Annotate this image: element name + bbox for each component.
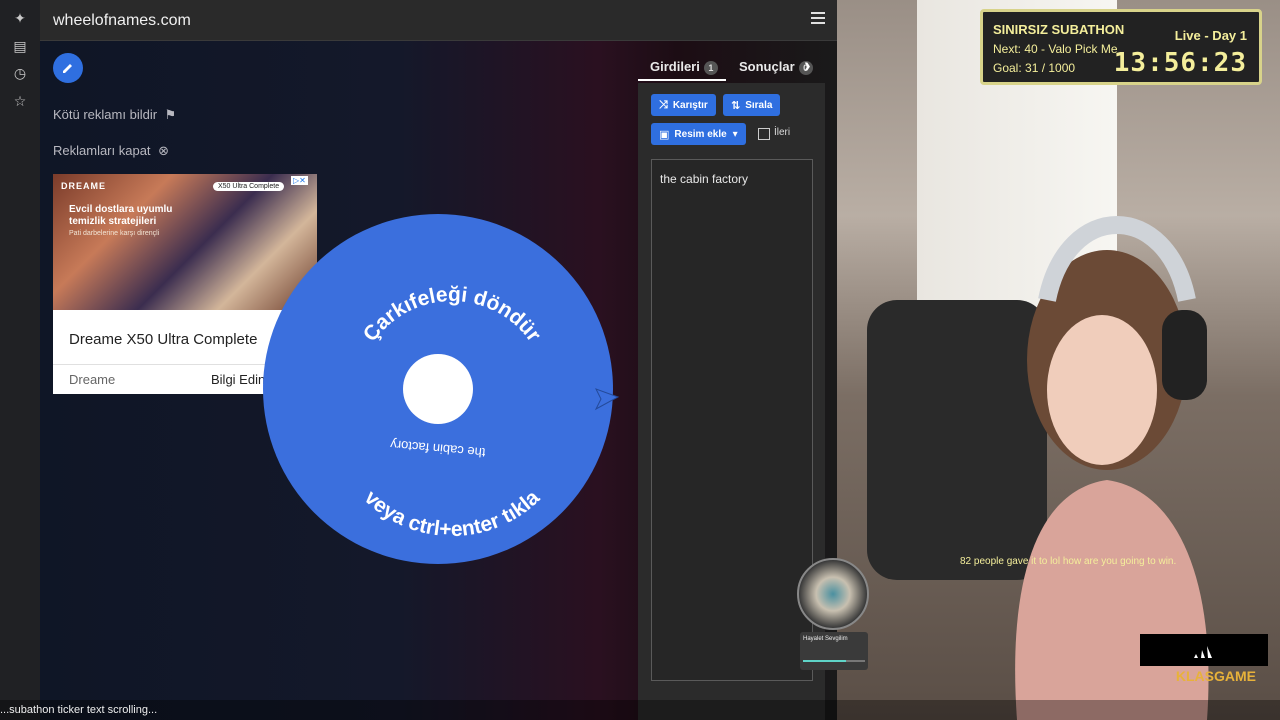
chat-message: 82 people gave it to lol how are you goi… [960,556,1177,567]
shuffle-button[interactable]: ⤨ Karıştır [651,94,716,116]
site-title[interactable]: wheelofnames.com [53,12,191,30]
tab-entries-count: 1 [703,60,718,75]
overlay-timer: 13:56:23 [1113,48,1247,78]
sort-button[interactable]: ⇅ Sırala [723,94,781,116]
advanced-label: İleri [774,127,791,138]
tab-entries-label: Girdileri [650,59,700,74]
advanced-checkbox[interactable] [758,128,770,140]
music-title: Hayalet Sevgilim [803,636,848,642]
edit-button[interactable] [53,53,83,83]
ad-cta-button[interactable]: Bilgi Edin [211,372,265,387]
sponsor-box [1140,634,1268,666]
music-progress-fill [803,660,847,662]
tab-underline [638,79,726,81]
ticker-bar: ...subathon ticker text scrolling... [0,700,1280,720]
menu-icon[interactable] [811,12,825,24]
entries-panel: Girdileri 1 Sonuçlar 0 › ⤨ Karıştır ⇅ Sıra… [638,41,825,720]
history-icon[interactable]: ◷ [11,64,29,82]
tab-results[interactable]: Sonuçlar 0 [739,59,813,75]
tab-entries[interactable]: Girdileri 1 [650,59,718,75]
sort-icon: ⇅ [731,99,741,112]
shuffle-icon: ⤨ [659,98,668,111]
overlay-goal: Goal: 31 / 1000 [993,61,1076,75]
sparkle-icon[interactable]: ✦ [11,9,29,27]
flag-icon: ⚑ [164,107,177,122]
wheel-center [403,354,473,424]
ad-advertiser: Dreame [69,372,116,387]
left-toolbar: ✦ ▤ ◷ ☆ [0,0,40,720]
overlay-live: Live - Day 1 [1174,28,1247,43]
sort-label: Sırala [745,99,773,111]
ad-headline: Evcil dostlara uyumlu temizlik stratejil… [69,204,173,227]
tab-results-label: Sonuçlar [739,59,795,74]
wheel[interactable]: Çarkıfeleği döndür veya ctrl+enter tıkla… [262,211,642,591]
subathon-overlay: SINIRSIZ SUBATHON Next: 40 - Valo Pick M… [980,9,1262,85]
panel-body: ⤨ Karıştır ⇅ Sırala ▣ Resim ekle ▾ İleri… [638,83,825,720]
brand-logo: KLASGAME [1175,668,1256,684]
music-progress [803,660,865,662]
webcam-feed [837,0,1280,720]
entry-line[interactable]: the cabin factory [660,172,748,186]
entries-textarea[interactable]: the cabin factory [651,159,813,681]
add-image-label: Resim ekle [674,128,727,140]
ad-title[interactable]: Dreame X50 Ultra Complete [69,331,257,348]
save-icon[interactable]: ▤ [11,37,29,55]
image-icon: ▣ [659,128,670,141]
close-ads-link[interactable]: Reklamları kapat ⊗ [53,143,169,159]
pencil-icon [63,64,72,73]
overlay-next: Next: 40 - Valo Pick Me [993,42,1118,56]
close-ads-label: Reklamları kapat [53,143,151,158]
adidas-logo-icon [1194,646,1212,658]
ad-brand: DREAME [61,181,107,191]
site-header: wheelofnames.com [40,0,837,41]
shuffle-label: Karıştır [672,99,708,111]
ad-tag: X50 Ultra Complete [213,182,285,191]
music-widget: Hayalet Sevgilim [800,632,868,670]
report-ad-label: Kötü reklamı bildir [53,107,158,122]
ad-sub: Pati darbelerine karşı dirençli [69,230,160,237]
close-circle-icon: ⊗ [158,143,170,158]
report-ad-link[interactable]: Kötü reklamı bildir ⚑ [53,107,176,123]
add-image-button[interactable]: ▣ Resim ekle ▾ [651,123,746,145]
dropdown-arrow-icon: ▾ [732,128,738,140]
music-disc-icon [797,558,869,630]
chevron-right-icon[interactable]: › [804,55,811,78]
star-icon[interactable]: ☆ [11,92,29,110]
adchoices-icon[interactable]: ▷✕ [291,176,308,185]
overlay-title: SINIRSIZ SUBATHON [993,22,1125,37]
